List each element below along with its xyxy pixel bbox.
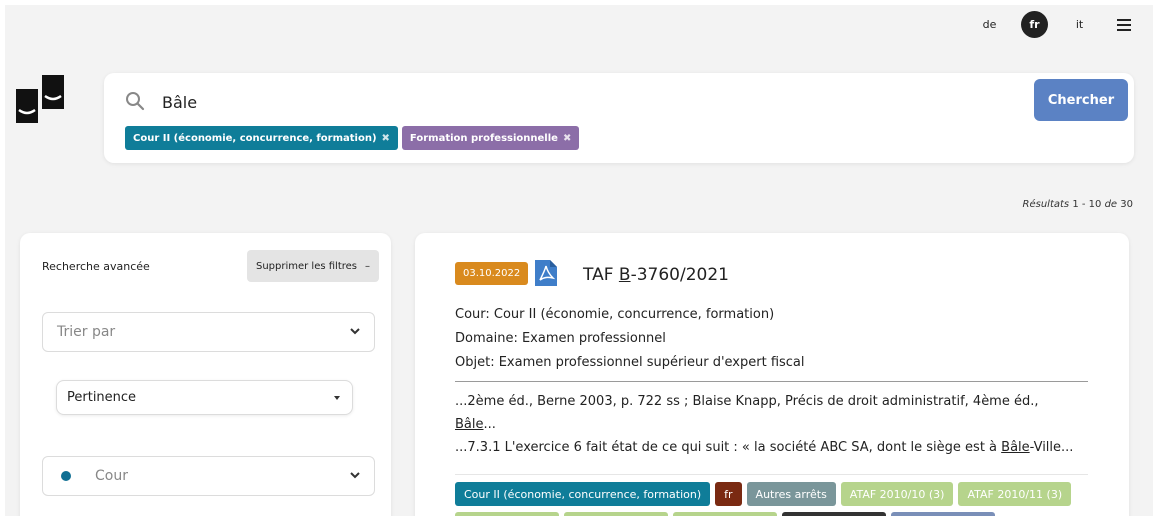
advanced-search-panel: Recherche avancée Supprimer les filtres … — [20, 233, 391, 516]
filter-chip-label: Formation professionnelle — [409, 132, 558, 144]
search-input[interactable] — [162, 89, 1022, 115]
filter-chip-label: Cour II (économie, concurrence, formatio… — [133, 132, 377, 144]
chevron-down-icon — [350, 472, 360, 479]
case-title-prefix: TAF — [583, 265, 619, 285]
filter-chip[interactable]: Cour II (économie, concurrence, formatio… — [125, 126, 398, 150]
results-count: Résultats 1 - 10 de 30 — [1023, 199, 1133, 210]
sort-select[interactable]: Pertinence — [56, 380, 353, 415]
remove-filter-icon[interactable]: ✖ — [382, 133, 390, 144]
result-tags-row-2 — [455, 512, 995, 516]
excerpt: ...2ème éd., Berne 2003, p. 722 ss ; Bla… — [455, 390, 1095, 459]
excerpt-text: ...7.3.1 L'exercice 6 fait état de ce qu… — [455, 440, 1002, 455]
tag-ataf[interactable] — [455, 512, 559, 516]
pdf-icon[interactable] — [535, 260, 557, 286]
sort-select-value: Pertinence — [67, 390, 137, 405]
excerpt-line-1: ...2ème éd., Berne 2003, p. 722 ss ; Bla… — [455, 390, 1095, 413]
menu-icon[interactable] — [1117, 18, 1131, 31]
sort-by-dropdown[interactable]: Trier par — [42, 312, 375, 352]
excerpt-line-3: ...7.3.1 L'exercice 6 fait état de ce qu… — [455, 436, 1095, 459]
domain-line: Domaine: Examen professionnel — [455, 331, 666, 346]
court-filter-label: Cour — [95, 468, 128, 484]
divider — [455, 474, 1088, 475]
excerpt-text: ...2ème éd., Berne 2003, p. 722 ss ; Bla… — [455, 394, 1039, 409]
search-button[interactable]: Chercher — [1034, 79, 1128, 121]
results-total: 30 — [1120, 199, 1133, 210]
tag-ataf[interactable]: ATAF 2010/11 (3) — [958, 482, 1072, 506]
tag-ataf[interactable] — [564, 512, 668, 516]
tag-ataf[interactable]: ATAF 2010/10 (3) — [840, 482, 954, 506]
language-bar: de fr it — [976, 11, 1131, 38]
excerpt-highlight: Bâle — [455, 417, 484, 432]
results-label: Résultats — [1022, 199, 1070, 210]
object-line: Objet: Examen professionnel supérieur d'… — [455, 355, 805, 370]
tag-blue[interactable] — [891, 512, 995, 516]
excerpt-highlight: Bâle — [1001, 440, 1030, 455]
tag-language[interactable]: fr — [715, 482, 742, 506]
court-filter-dropdown[interactable]: Cour — [42, 456, 375, 496]
result-meta: Cour: Cour II (économie, concurrence, fo… — [455, 303, 805, 375]
case-title[interactable]: TAF B-3760/2021 — [583, 265, 729, 285]
result-card: 03.10.2022 TAF B-3760/2021 Cour: Cour II… — [415, 233, 1129, 516]
minus-icon: – — [365, 260, 370, 272]
lang-de[interactable]: de — [976, 11, 1003, 38]
court-dot-icon — [61, 471, 71, 481]
logo[interactable] — [16, 75, 64, 125]
tag-dark[interactable] — [782, 512, 886, 516]
court-line: Cour: Cour II (économie, concurrence, fo… — [455, 307, 775, 322]
excerpt-text: -Ville... — [1029, 440, 1074, 455]
divider — [455, 381, 1088, 382]
excerpt-text: ... — [483, 417, 496, 432]
page: de fr it Chercher Cour II (économie, con… — [5, 5, 1153, 516]
result-tags: Cour II (économie, concurrence, formatio… — [455, 482, 1072, 506]
case-title-letter: B — [618, 265, 631, 285]
search-icon — [126, 92, 145, 111]
date-badge: 03.10.2022 — [455, 262, 529, 285]
clear-filters-label: Supprimer les filtres — [255, 260, 357, 272]
filter-chip[interactable]: Formation professionnelle ✖ — [401, 126, 580, 150]
search-card: Chercher Cour II (économie, concurrence,… — [104, 73, 1134, 163]
case-title-suffix: -3760/2021 — [630, 265, 729, 285]
advanced-search-title: Recherche avancée — [42, 260, 150, 273]
tag-ataf[interactable] — [673, 512, 777, 516]
results-range: 1 - 10 — [1072, 199, 1102, 210]
lang-it[interactable]: it — [1066, 11, 1093, 38]
caret-down-icon — [334, 396, 340, 400]
lang-fr[interactable]: fr — [1021, 11, 1048, 38]
excerpt-line-2: Bâle... — [455, 413, 1095, 436]
clear-filters-button[interactable]: Supprimer les filtres – — [246, 250, 379, 282]
remove-filter-icon[interactable]: ✖ — [563, 133, 571, 144]
chevron-down-icon — [350, 328, 360, 335]
tag-other-rulings[interactable]: Autres arrêts — [746, 482, 836, 506]
results-of: de — [1104, 199, 1118, 210]
tag-court[interactable]: Cour II (économie, concurrence, formatio… — [455, 482, 711, 506]
sort-by-placeholder: Trier par — [57, 324, 116, 340]
active-filters: Cour II (économie, concurrence, formatio… — [125, 126, 580, 150]
